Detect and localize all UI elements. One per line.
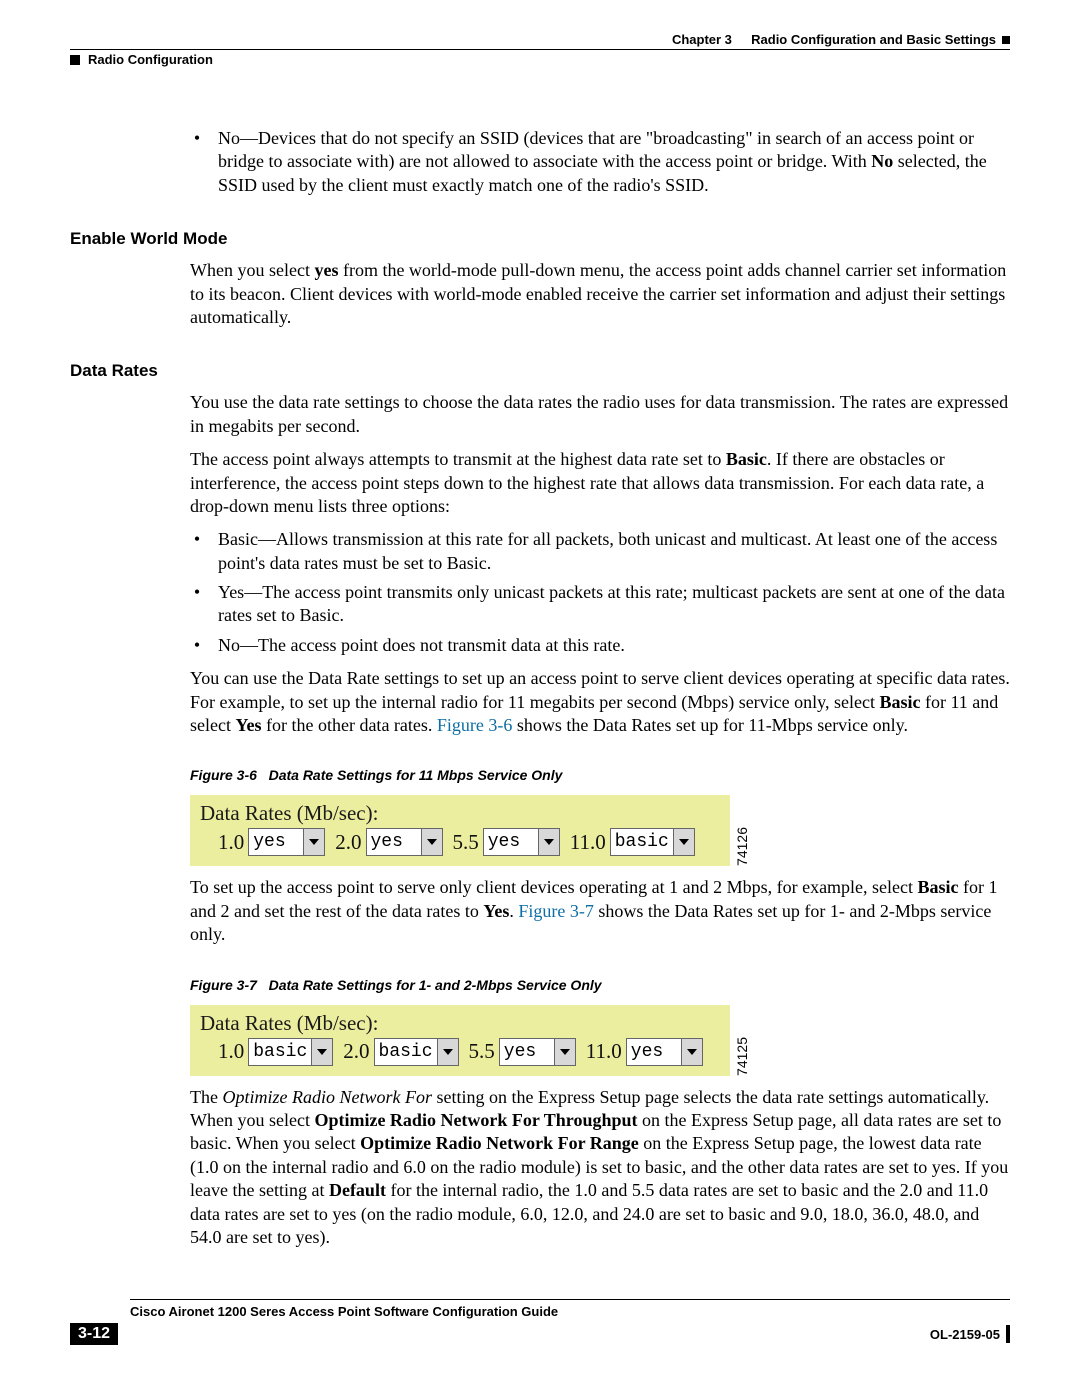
rate-option-basic: • Basic—Allows transmission at this rate… <box>190 528 1010 575</box>
data-rates-p4: To set up the access point to serve only… <box>190 876 1010 946</box>
header-marker <box>70 55 80 65</box>
figure-3-6-ref[interactable]: Figure 3-6 <box>437 715 513 735</box>
text-bold: No <box>871 151 893 171</box>
header-marker <box>1002 36 1010 44</box>
chevron-down-icon <box>681 1039 702 1065</box>
chevron-down-icon <box>554 1039 575 1065</box>
rate-11.0-select[interactable]: basic <box>610 828 695 856</box>
data-rates-p5: The Optimize Radio Network For setting o… <box>190 1086 1010 1250</box>
page-footer: Cisco Aironet 1200 Seres Access Point So… <box>70 1299 1010 1345</box>
chevron-down-icon <box>421 829 442 855</box>
footer-guide-title: Cisco Aironet 1200 Seres Access Point So… <box>130 1304 1010 1319</box>
rate-2.0-select[interactable]: basic <box>374 1038 459 1066</box>
chevron-down-icon <box>437 1039 458 1065</box>
rate-5.5-select[interactable]: yes <box>483 828 560 856</box>
section-title: Radio Configuration <box>88 52 213 67</box>
chapter-title: Radio Configuration and Basic Settings <box>751 32 996 47</box>
document-number: OL-2159-05 <box>930 1325 1010 1343</box>
running-header-left: Radio Configuration <box>70 50 1010 67</box>
data-rate-panel: Data Rates (Mb/sec): 1.0 basic 2.0 basic <box>190 1005 730 1076</box>
chevron-down-icon <box>311 1039 332 1065</box>
rate-2.0-select[interactable]: yes <box>366 828 443 856</box>
rate-1.0-select[interactable]: basic <box>248 1038 333 1066</box>
rate-option-no: • No—The access point does not transmit … <box>190 634 1010 657</box>
footer-marker <box>1006 1325 1010 1343</box>
footer-rule <box>130 1299 1010 1300</box>
data-rates-p2: The access point always attempts to tran… <box>190 448 1010 518</box>
rate-5.5: 5.5 yes <box>469 1038 576 1066</box>
heading-enable-world-mode: Enable World Mode <box>70 229 1010 249</box>
text: No—Devices that do not specify an SSID (… <box>218 128 974 171</box>
rate-11.0: 11.0 yes <box>586 1038 703 1066</box>
figure-3-7-ref[interactable]: Figure 3-7 <box>518 901 594 921</box>
rate-11.0: 11.0 basic <box>570 828 695 856</box>
rate-1.0-select[interactable]: yes <box>248 828 325 856</box>
chapter-label: Chapter 3 <box>672 32 732 47</box>
rate-5.5-select[interactable]: yes <box>499 1038 576 1066</box>
rate-11.0-select[interactable]: yes <box>626 1038 703 1066</box>
rate-1.0: 1.0 basic <box>218 1038 333 1066</box>
data-rates-p3: You can use the Data Rate settings to se… <box>190 667 1010 737</box>
figure-3-7-code: 74125 <box>734 1033 750 1076</box>
rate-2.0: 2.0 yes <box>335 828 442 856</box>
figure-3-6-caption: Figure 3-6 Data Rate Settings for 11 Mbp… <box>190 767 1010 783</box>
world-mode-paragraph: When you select yes from the world-mode … <box>190 259 1010 329</box>
figure-3-7-caption: Figure 3-7 Data Rate Settings for 1- and… <box>190 977 1010 993</box>
rate-1.0: 1.0 yes <box>218 828 325 856</box>
running-header-right: Chapter 3 Radio Configuration and Basic … <box>70 32 1010 47</box>
ssid-no-bullet: • No—Devices that do not specify an SSID… <box>190 127 1010 197</box>
rate-option-yes: • Yes—The access point transmits only un… <box>190 581 1010 628</box>
rate-2.0: 2.0 basic <box>343 1038 458 1066</box>
data-rate-panel: Data Rates (Mb/sec): 1.0 yes 2.0 yes <box>190 795 730 866</box>
chevron-down-icon <box>673 829 694 855</box>
heading-data-rates: Data Rates <box>70 361 1010 381</box>
chevron-down-icon <box>303 829 324 855</box>
data-rates-p1: You use the data rate settings to choose… <box>190 391 1010 438</box>
data-rate-title: Data Rates (Mb/sec): <box>200 1011 720 1036</box>
figure-3-6-code: 74126 <box>734 823 750 866</box>
figure-3-6: Data Rates (Mb/sec): 1.0 yes 2.0 yes <box>190 795 1010 866</box>
page-number: 3-12 <box>70 1323 118 1345</box>
data-rate-title: Data Rates (Mb/sec): <box>200 801 720 826</box>
figure-3-7: Data Rates (Mb/sec): 1.0 basic 2.0 basic <box>190 1005 1010 1076</box>
chevron-down-icon <box>538 829 559 855</box>
rate-5.5: 5.5 yes <box>453 828 560 856</box>
